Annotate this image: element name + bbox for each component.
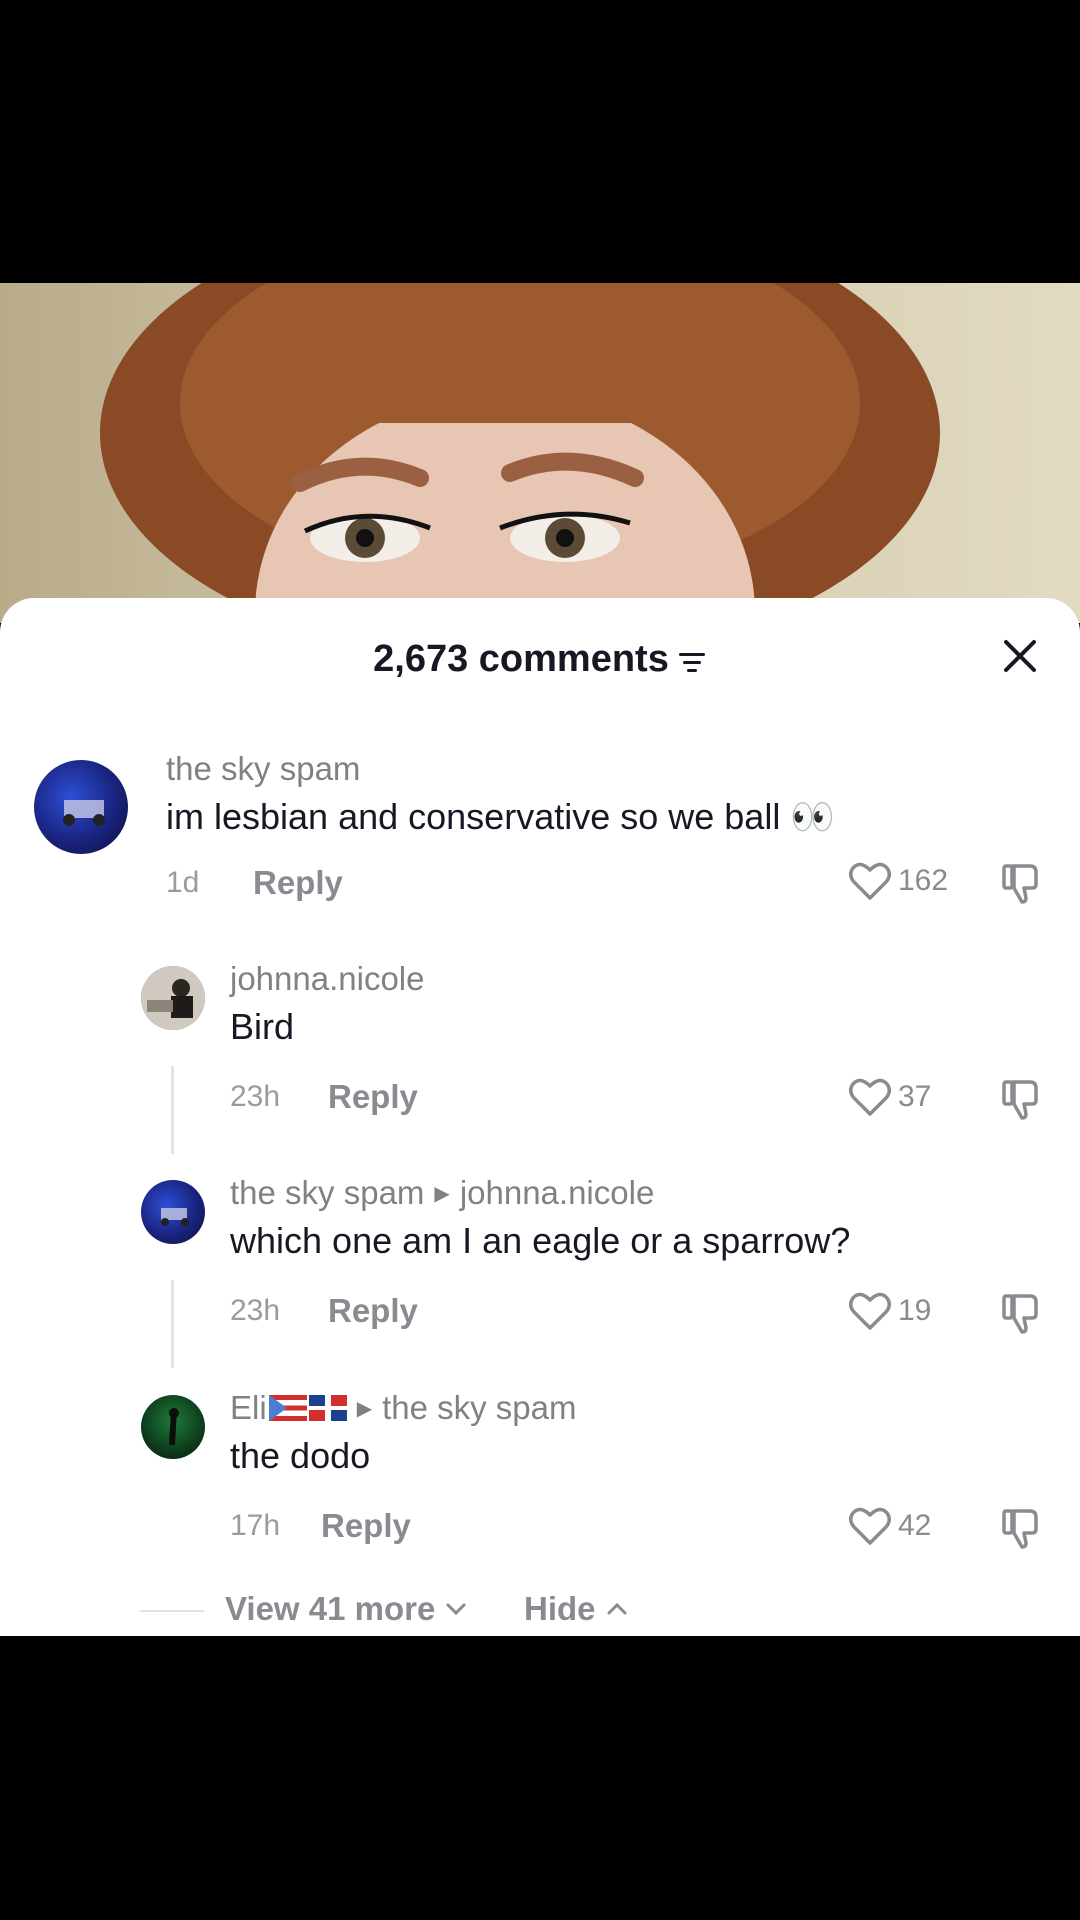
avatar[interactable] <box>34 760 128 854</box>
comment-text: the dodo <box>230 1435 371 1476</box>
comment-time: 17h <box>230 1509 281 1542</box>
avatar[interactable] <box>141 1395 205 1459</box>
dislike-icon[interactable] <box>998 1507 1044 1551</box>
comments-count: 2,673 comments <box>373 638 669 680</box>
heart-icon <box>849 1507 891 1545</box>
replies-controls: View 41 more Hide <box>0 1588 1080 1636</box>
comment-item: the sky spam im lesbian and conservative… <box>0 738 1080 928</box>
divider <box>140 1610 204 1612</box>
comment-time: 23h <box>230 1294 281 1327</box>
reply-button[interactable]: Reply <box>328 1292 418 1330</box>
close-icon[interactable] <box>998 634 1042 678</box>
comment-username[interactable]: the sky spam ▶ johnna.nicole <box>230 1174 654 1212</box>
video-preview[interactable] <box>0 283 1080 623</box>
comment-time: 1d <box>166 866 200 899</box>
reply-button[interactable]: Reply <box>253 864 343 902</box>
comment-text: which one am I an eagle or a sparrow? <box>230 1220 851 1261</box>
puerto-rico-flag-icon <box>268 1395 307 1421</box>
hide-replies-button[interactable]: Hide <box>524 1590 628 1628</box>
avatar[interactable] <box>141 1180 205 1244</box>
like-button[interactable]: 19 <box>848 1290 931 1332</box>
avatar[interactable] <box>141 966 205 1030</box>
like-button[interactable]: 37 <box>848 1076 931 1118</box>
reply-to-username[interactable]: johnna.nicole <box>460 1174 655 1212</box>
reply-arrow-icon: ▶ <box>356 1397 373 1420</box>
like-button[interactable]: 162 <box>848 860 948 902</box>
thread-line <box>171 1066 174 1154</box>
comments-sheet: 2,673 comments the sky spam im lesbian a… <box>0 598 1080 1636</box>
like-count: 19 <box>898 1294 932 1327</box>
reply-to-username[interactable]: the sky spam <box>382 1389 576 1427</box>
dislike-icon[interactable] <box>998 862 1044 906</box>
reply-comment-item: Eli ▶ the sky spam the dodo 17h Reply 42 <box>0 1385 1080 1575</box>
reply-button[interactable]: Reply <box>328 1078 418 1116</box>
comment-time: 23h <box>230 1080 281 1113</box>
comment-username[interactable]: the sky spam <box>166 750 360 788</box>
chevron-up-icon <box>607 1602 627 1615</box>
comment-text: im lesbian and conservative so we ball 👀 <box>166 796 836 837</box>
heart-icon <box>849 1078 891 1116</box>
dislike-icon[interactable] <box>998 1292 1044 1336</box>
comment-text: Bird <box>230 1006 295 1047</box>
reply-comment-item: johnna.nicole Bird 23h Reply 37 <box>0 956 1080 1156</box>
heart-icon <box>849 862 891 900</box>
comment-username[interactable]: johnna.nicole <box>230 960 425 998</box>
comments-header: 2,673 comments <box>0 598 1080 718</box>
like-count: 37 <box>898 1080 932 1113</box>
like-button[interactable]: 42 <box>848 1505 931 1547</box>
video-frame-image <box>100 283 940 623</box>
dislike-icon[interactable] <box>998 1078 1044 1122</box>
reply-arrow-icon: ▶ <box>434 1182 450 1205</box>
like-count: 162 <box>898 864 949 897</box>
filter-icon[interactable] <box>677 650 707 674</box>
view-more-replies-button[interactable]: View 41 more <box>225 1590 467 1628</box>
dominican-flag-icon <box>308 1395 347 1421</box>
comments-count-row: 2,673 comments <box>0 638 1080 681</box>
heart-icon <box>849 1292 891 1330</box>
reply-button[interactable]: Reply <box>321 1507 411 1545</box>
like-count: 42 <box>898 1509 932 1542</box>
chevron-down-icon <box>446 1603 466 1616</box>
thread-line <box>171 1280 174 1368</box>
comment-username[interactable]: Eli ▶ the sky spam <box>230 1389 577 1427</box>
reply-comment-item: the sky spam ▶ johnna.nicole which one a… <box>0 1170 1080 1370</box>
